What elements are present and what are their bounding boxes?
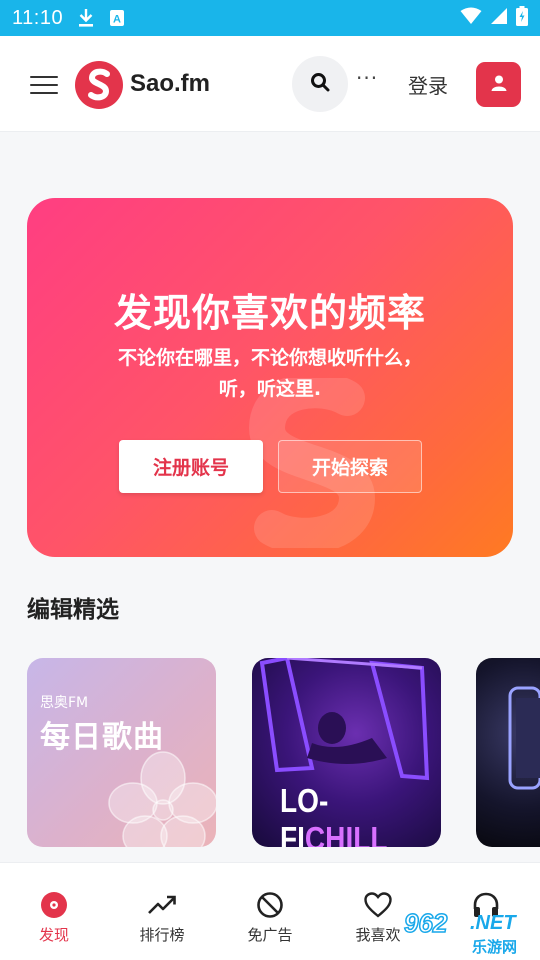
watermark-number: 962 (403, 907, 448, 939)
brand-name[interactable]: Sao.fm (130, 70, 210, 98)
playlist-card-lofi-chill[interactable]: LO-FICHILL (252, 658, 441, 847)
card-art (508, 686, 540, 790)
nav-item-charts[interactable]: 排行榜 (108, 863, 216, 960)
trending-icon (148, 891, 176, 919)
nav-label: 我喜欢 (355, 926, 401, 944)
nav-label: 免广告 (247, 926, 293, 944)
card-title: LO-FICHILL (280, 782, 417, 847)
hero-subtitle: 不论你在哪里，不论你想收听什么， 听，听这里. (27, 343, 513, 405)
hero-banner: 发现你喜欢的频率 不论你在哪里，不论你想收听什么， 听，听这里. 注册账号 开始… (27, 198, 513, 557)
flower-icon (108, 751, 216, 847)
nav-label: 发现 (38, 926, 69, 944)
status-time: 11:10 (12, 6, 64, 29)
site-watermark: 962 .NET 乐游网 (400, 907, 540, 960)
card-brand: 思奥FM (40, 695, 89, 711)
hero-subtitle-line2: 听，听这里. (218, 378, 322, 400)
block-icon (256, 891, 284, 919)
login-link[interactable]: 登录 (408, 70, 448, 99)
hero-subtitle-line1: 不论你在哪里，不论你想收听什么， (117, 347, 422, 369)
heart-icon (364, 891, 392, 919)
top-header: Sao.fm ··· 登录 (0, 36, 540, 132)
watermark-suffix: .NET (470, 912, 516, 934)
user-icon (490, 74, 508, 96)
text-box-icon: A (109, 9, 125, 27)
hero-title: 发现你喜欢的频率 (113, 291, 426, 335)
playlist-card-partial[interactable] (476, 658, 540, 847)
more-button[interactable]: ··· (356, 66, 378, 90)
playlist-card-daily-songs[interactable]: 思奥FM 每日歌曲 (27, 658, 216, 847)
register-button[interactable]: 注册账号 (119, 440, 263, 493)
logo-icon[interactable] (74, 60, 124, 110)
wifi-icon (460, 7, 482, 29)
nav-item-discover[interactable]: 发现 (0, 863, 108, 960)
user-button[interactable] (476, 62, 521, 107)
search-button[interactable] (292, 56, 348, 112)
nav-label: 排行榜 (139, 926, 185, 944)
nav-item-no-ads[interactable]: 免广告 (216, 863, 324, 960)
search-icon (310, 72, 330, 96)
battery-icon (516, 6, 528, 30)
download-icon (77, 8, 95, 28)
card-title: 每日歌曲 (40, 720, 164, 755)
cellular-signal-icon (490, 7, 508, 29)
disc-icon (40, 891, 68, 919)
watermark-sub: 乐游网 (472, 938, 518, 956)
explore-button[interactable]: 开始探索 (278, 440, 422, 493)
section-title: 编辑精选 (27, 597, 119, 623)
svg-text:A: A (113, 14, 121, 26)
menu-icon[interactable] (30, 76, 58, 94)
card-title-part2: CHILL (304, 820, 388, 847)
status-bar: 11:10 A (0, 0, 540, 36)
